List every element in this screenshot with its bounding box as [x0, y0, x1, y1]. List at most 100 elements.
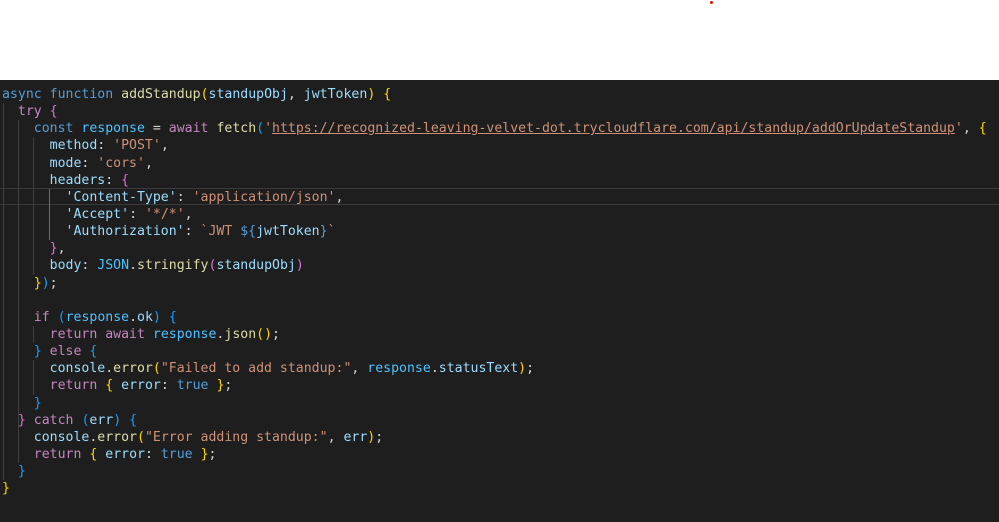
code-token: , [160, 138, 169, 154]
indent-guide [3, 291, 4, 309]
code-token: addStandup [121, 87, 201, 102]
indent-guide [3, 257, 4, 275]
code-token: function [49, 87, 114, 102]
code-line: 'Authorization': `JWT ${jwtToken}` [2, 223, 987, 241]
code-token: response [367, 361, 431, 377]
screenshot-top-area [0, 0, 999, 80]
code-token: ; [526, 361, 535, 377]
code-lines: async function addStandup(standupObj, jw… [0, 86, 999, 497]
code-token: ) [264, 326, 273, 342]
indent-guide [33, 325, 35, 344]
indent-guide [48, 188, 50, 206]
code-token: { [121, 172, 130, 188]
indent-guide [18, 223, 20, 241]
code-token: { [383, 87, 392, 102]
code-token: async [2, 87, 42, 102]
code-token: standupObj [208, 87, 288, 102]
code-token: . [430, 361, 439, 377]
code-token: . [105, 361, 114, 377]
code-line: } [2, 480, 987, 497]
code-token: } [33, 395, 42, 411]
indent-guide [33, 205, 35, 224]
indent-guide [18, 428, 20, 446]
code-token: catch [33, 412, 74, 428]
indent-guide [33, 154, 35, 172]
indent-guide [3, 377, 4, 395]
code-token: : [81, 155, 98, 171]
indent-guide [33, 377, 35, 395]
code-token: error [97, 429, 137, 445]
code-line: }); [2, 274, 987, 292]
code-editor[interactable]: async function addStandup(standupObj, jw… [0, 80, 999, 522]
code-token: } [17, 464, 26, 480]
code-token: , [335, 189, 344, 205]
indent-guide [18, 188, 20, 206]
code-token: ( [256, 121, 265, 137]
code-token: "Failed to add standup:" [160, 361, 352, 377]
code-token: try [17, 104, 42, 120]
indent-guide [48, 205, 50, 224]
indent-guide [33, 360, 35, 378]
code-line: method: 'POST', [2, 137, 987, 155]
code-token: console [33, 429, 90, 445]
code-line: } catch (err) { [2, 411, 987, 429]
code-line: console.error("Error adding standup:", e… [2, 428, 987, 446]
indent-guide [3, 360, 4, 378]
code-token: } [200, 446, 209, 462]
indent-guide [3, 463, 4, 481]
code-line: console.error("Failed to add standup:", … [2, 360, 987, 378]
code-line: headers: { [2, 171, 987, 189]
code-token: `JWT [200, 224, 241, 240]
code-token: , [144, 155, 153, 171]
code-token: true [160, 446, 193, 462]
code-token: { [89, 344, 98, 360]
code-token: } [319, 224, 328, 240]
indent-guide [18, 154, 20, 172]
code-token: { [129, 412, 138, 428]
indent-guide [3, 343, 4, 361]
code-token: , [351, 361, 368, 377]
code-token: , [327, 429, 344, 445]
indent-guide [18, 394, 20, 412]
code-token: return [33, 446, 82, 462]
indent-guide [18, 257, 20, 275]
indent-guide [18, 120, 20, 138]
code-line: mode: 'cors', [2, 154, 987, 172]
code-token: ` [327, 224, 336, 240]
code-token: response [152, 326, 217, 342]
indent-guide [3, 411, 4, 429]
code-token: } [49, 241, 58, 257]
code-token: mode [49, 155, 82, 171]
code-token: . [129, 258, 138, 274]
code-token: ) [41, 275, 50, 291]
code-token: { [105, 378, 114, 394]
code-token: err [89, 412, 114, 428]
code-token: } [33, 344, 42, 360]
code-token: : [184, 224, 201, 240]
code-line: } [2, 463, 987, 481]
code-token: response [81, 121, 145, 137]
code-token: JSON [97, 258, 130, 274]
code-token: body [49, 258, 82, 274]
code-token: : [129, 206, 145, 222]
indent-guide [48, 223, 50, 241]
code-token: statusText [438, 361, 519, 377]
indent-guide [18, 360, 20, 378]
code-token: 'application/json' [192, 189, 336, 205]
code-token: 'Accept' [65, 206, 130, 222]
